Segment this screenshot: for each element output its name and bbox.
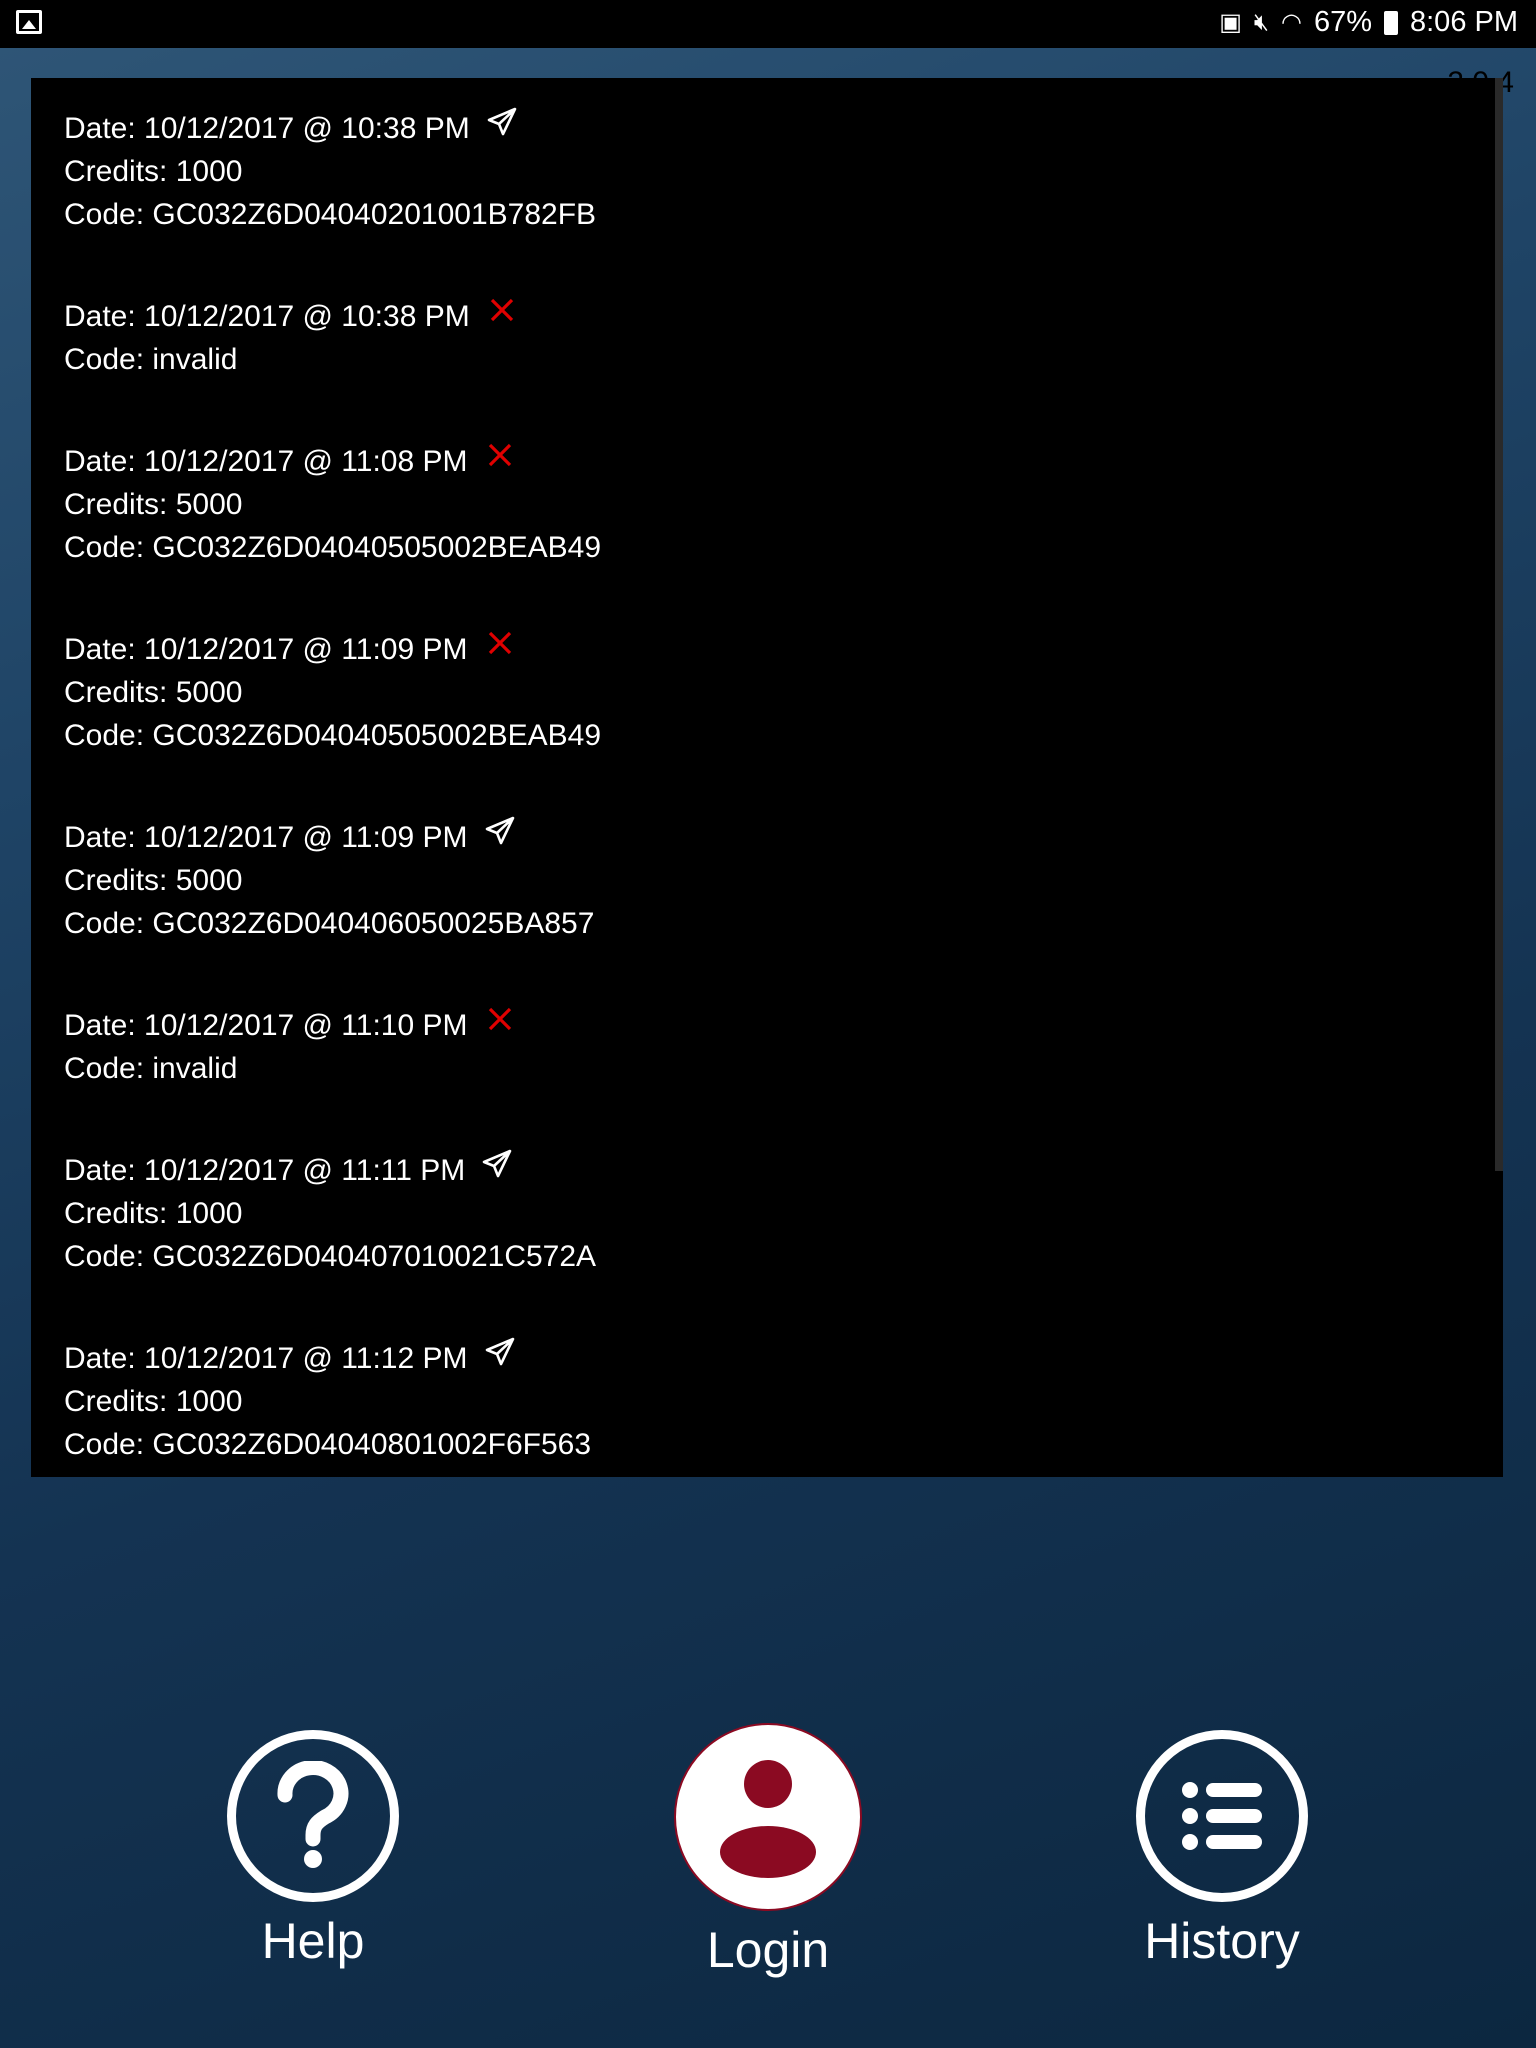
history-label: History bbox=[1144, 1913, 1300, 1969]
mute-icon: 🔇︎ bbox=[1253, 8, 1269, 36]
scrollbar[interactable] bbox=[1495, 78, 1503, 1171]
entry-date: Date: 10/12/2017 @ 11:09 PM bbox=[64, 632, 468, 666]
help-label: Help bbox=[261, 1913, 365, 1969]
entry-credits: Credits: 5000 bbox=[64, 488, 243, 521]
entry-code: Code: invalid bbox=[64, 1052, 238, 1085]
history-entry: Date: 10/12/2017 @ 11:10 PM Code: invalid bbox=[64, 1003, 601, 1090]
entry-code: Code: GC032Z6D04040505002BEAB49 bbox=[64, 719, 602, 752]
login-button[interactable]: Login bbox=[638, 1723, 898, 1979]
entry-code: Code: invalid bbox=[64, 343, 238, 376]
list-icon bbox=[1136, 1730, 1308, 1902]
history-entry: Date: 10/12/2017 @ 11:12 PM Credits: 1000… bbox=[64, 1336, 601, 1466]
entry-credits: Credits: 5000 bbox=[64, 864, 243, 897]
entry-code: Code: GC032Z6D04040801002F6F563 bbox=[64, 1428, 592, 1461]
history-entry: Date: 10/12/2017 @ 11:11 PM Credits: 1000… bbox=[64, 1148, 601, 1278]
history-entry: Date: 10/12/2017 @ 10:38 PM Credits: 1000… bbox=[64, 106, 601, 236]
sent-icon bbox=[470, 106, 518, 150]
entry-date: Date: 10/12/2017 @ 11:11 PM bbox=[64, 1153, 466, 1187]
entry-date: Date: 10/12/2017 @ 11:10 PM bbox=[64, 1008, 468, 1042]
history-entry: Date: 10/12/2017 @ 10:38 PM Code: invalid bbox=[64, 294, 601, 381]
clock: 8:06 PM bbox=[1410, 6, 1518, 38]
sent-icon bbox=[468, 1336, 516, 1380]
entry-date: Date: 10/12/2017 @ 11:12 PM bbox=[64, 1341, 468, 1375]
history-entry: Date: 10/12/2017 @ 11:08 PM Credits: 5000… bbox=[64, 439, 601, 569]
failed-icon bbox=[468, 1003, 516, 1047]
entry-code: Code: GC032Z6D04040505002BEAB49 bbox=[64, 531, 602, 564]
entry-credits: Credits: 1000 bbox=[64, 1385, 243, 1418]
battery-icon bbox=[1384, 10, 1398, 35]
entry-date: Date: 10/12/2017 @ 10:38 PM bbox=[64, 299, 470, 333]
entry-credits: Credits: 1000 bbox=[64, 155, 243, 188]
entry-code: Code: GC032Z6D04040201001B782FB bbox=[64, 198, 597, 231]
help-button[interactable]: Help bbox=[183, 1730, 443, 1970]
history-entry: Date: 10/12/2017 @ 11:09 PM Credits: 5000… bbox=[64, 627, 601, 757]
sent-icon bbox=[468, 815, 516, 859]
history-button[interactable]: History bbox=[1092, 1730, 1352, 1970]
gallery-icon bbox=[16, 10, 42, 34]
entry-credits: Credits: 5000 bbox=[64, 676, 243, 709]
entry-date: Date: 10/12/2017 @ 11:09 PM bbox=[64, 820, 468, 854]
history-entry: Date: 10/12/2017 @ 11:09 PM Credits: 5000… bbox=[64, 815, 601, 945]
failed-icon bbox=[470, 294, 518, 338]
status-bar: ▣ 🔇︎ ◠ 67% 8:06 PM bbox=[0, 0, 1536, 48]
help-icon bbox=[227, 1730, 399, 1902]
entry-date: Date: 10/12/2017 @ 10:38 PM bbox=[64, 111, 470, 145]
entry-code: Code: GC032Z6D040406050025BA857 bbox=[64, 907, 595, 940]
battery-saver-icon: ▣ bbox=[1219, 9, 1242, 36]
battery-percent: 67% bbox=[1313, 6, 1372, 38]
failed-icon bbox=[468, 627, 516, 671]
login-label: Login bbox=[706, 1922, 830, 1978]
entry-date: Date: 10/12/2017 @ 11:08 PM bbox=[64, 444, 468, 478]
sent-icon bbox=[465, 1148, 513, 1192]
failed-icon bbox=[468, 439, 516, 483]
entry-credits: Credits: 1000 bbox=[64, 1197, 243, 1230]
user-icon bbox=[674, 1723, 862, 1911]
entry-code: Code: GC032Z6D040407010021C572A bbox=[64, 1240, 597, 1273]
history-list[interactable]: Date: 10/12/2017 @ 10:38 PM Credits: 1000… bbox=[31, 78, 1503, 1477]
wifi-icon: ◠ bbox=[1281, 9, 1302, 36]
